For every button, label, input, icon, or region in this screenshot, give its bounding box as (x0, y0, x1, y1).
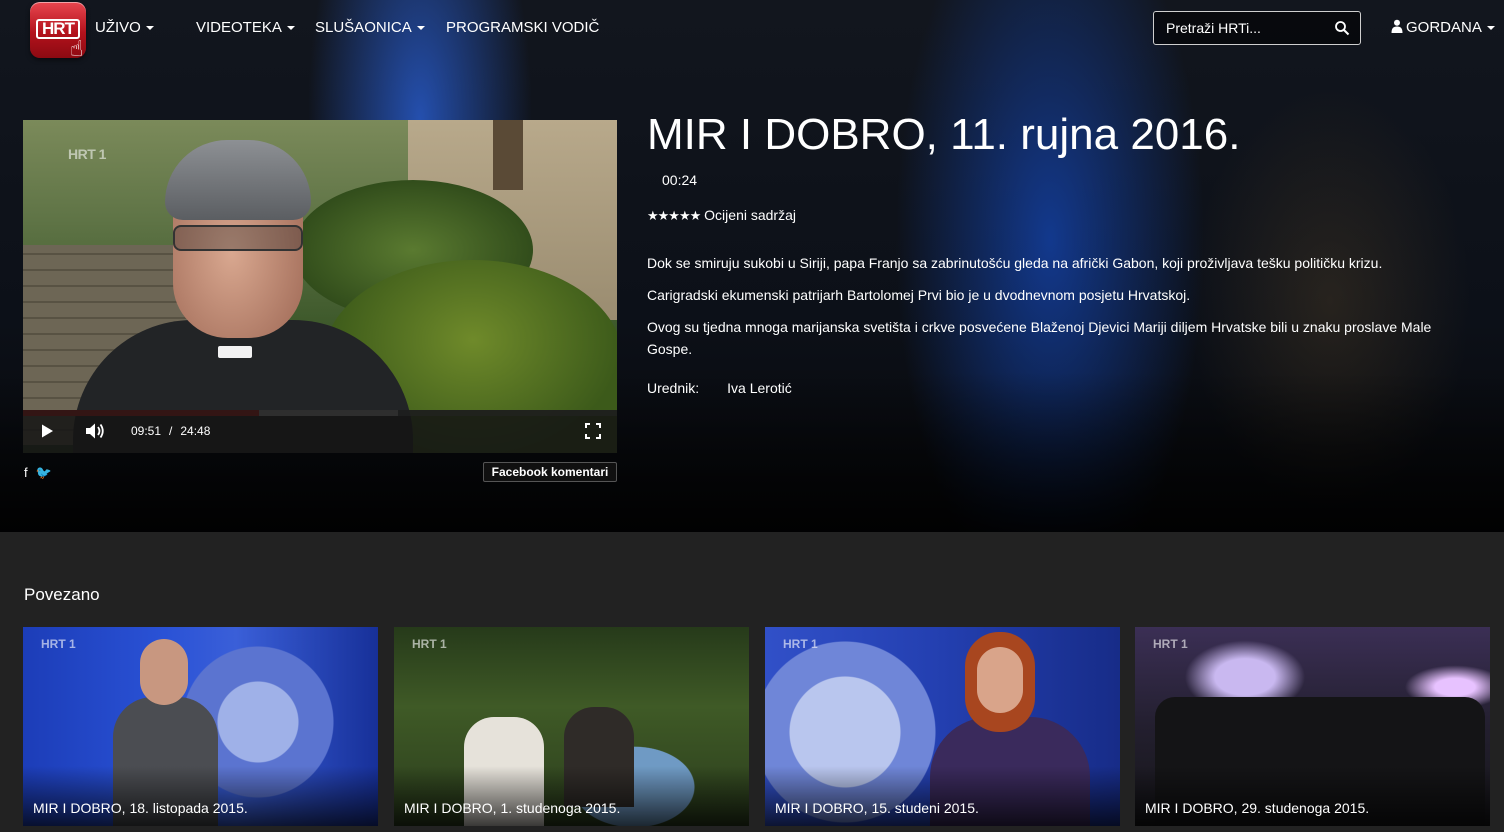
video-frame[interactable]: HRT 1 (23, 120, 617, 453)
related-card[interactable]: HRT 1 MIR I DOBRO, 18. listopada 2015. (23, 627, 378, 826)
card-shade (1135, 766, 1490, 826)
thumb-figure-head (140, 639, 188, 705)
video-scene-glasses (173, 225, 303, 251)
caret-down-icon (416, 26, 425, 31)
caret-down-icon (286, 26, 295, 31)
video-description: Dok se smiruju sukobi u Siriji, papa Fra… (647, 252, 1477, 370)
related-card[interactable]: HRT 1 MIR I DOBRO, 29. studenoga 2015. (1135, 627, 1490, 826)
caret-down-icon (145, 26, 154, 31)
related-card[interactable]: HRT 1 MIR I DOBRO, 15. studeni 2015. (765, 627, 1120, 826)
total-time: 24:48 (180, 424, 211, 438)
time-separator: / (169, 424, 173, 438)
related-card-label: MIR I DOBRO, 15. studeni 2015. (775, 800, 979, 816)
play-icon[interactable] (39, 423, 55, 439)
editor-info: Urednik: Iva Lerotić (647, 380, 792, 396)
player-controls: 09:51 / 24:48 (23, 410, 617, 453)
channel-watermark: HRT 1 (412, 637, 447, 651)
user-menu[interactable]: GORDANA (1391, 19, 1495, 36)
related-card-label: MIR I DOBRO, 29. studenoga 2015. (1145, 800, 1370, 816)
description-paragraph: Ovog su tjedna mnoga marijanska svetišta… (647, 319, 1432, 357)
nav-item-label: UŽIVO (95, 19, 141, 36)
hrti-logo[interactable]: HRT ☝ (30, 2, 86, 61)
search-input[interactable] (1154, 12, 1324, 44)
thumb-figure-head (977, 647, 1023, 713)
video-scene-collar (218, 346, 252, 358)
nav-item-label: PROGRAMSKI VODIČ (446, 19, 600, 36)
card-shade (765, 766, 1120, 826)
channel-watermark: HRT 1 (68, 146, 106, 162)
nav-item-label: VIDEOTEKA (196, 19, 282, 36)
related-card-label: MIR I DOBRO, 1. studenoga 2015. (404, 800, 621, 816)
user-name: GORDANA (1406, 19, 1482, 36)
related-card-label: MIR I DOBRO, 18. listopada 2015. (33, 800, 248, 816)
caret-down-icon (1486, 26, 1495, 31)
description-paragraph: Carigradski ekumenski patrijarh Bartolom… (647, 287, 1191, 303)
current-time: 09:51 (131, 424, 162, 438)
search-box (1153, 11, 1361, 45)
nav-item-uzivo[interactable]: UŽIVO (95, 19, 154, 36)
star-rating-icon[interactable]: ★★★★★ (647, 208, 701, 223)
rate-label: Ocijeni sadržaj (704, 207, 796, 223)
video-scene-door (493, 120, 523, 190)
editor-label: Urednik: (647, 380, 700, 396)
rating-widget[interactable]: ★★★★★ Ocijeni sadržaj (647, 207, 796, 224)
description-paragraph: Dok se smiruju sukobi u Siriji, papa Fra… (647, 255, 1383, 271)
twitter-icon[interactable]: 🐦 (36, 465, 52, 480)
nav-item-slusaonica[interactable]: SLUŠAONICA (315, 19, 425, 36)
video-player[interactable]: HRT 1 09:51 / 24:48 (23, 120, 617, 453)
channel-watermark: HRT 1 (41, 637, 76, 651)
user-icon (1391, 19, 1403, 33)
fullscreen-icon[interactable] (585, 423, 601, 439)
card-shade (23, 766, 378, 826)
related-card[interactable]: HRT 1 MIR I DOBRO, 1. studenoga 2015. (394, 627, 749, 826)
facebook-icon[interactable]: f (24, 465, 28, 480)
card-shade (394, 766, 749, 826)
channel-watermark: HRT 1 (783, 637, 818, 651)
pointer-hand-icon: ☝ (70, 36, 84, 61)
video-duration: 00:24 (662, 172, 698, 188)
volume-icon[interactable] (85, 422, 105, 440)
facebook-comments-button[interactable]: Facebook komentari (483, 462, 617, 482)
nav-item-label: SLUŠAONICA (315, 19, 412, 36)
time-display: 09:51 / 24:48 (131, 424, 210, 438)
nav-item-programski-vodic[interactable]: PROGRAMSKI VODIČ (446, 19, 599, 36)
top-navbar: HRT ☝ UŽIVO VIDEOTEKA SLUŠAONICA PROGRAM… (0, 0, 1504, 61)
video-scene-hair (165, 140, 311, 220)
video-title: MIR I DOBRO, 11. rujna 2016. (647, 110, 1241, 159)
related-section-title: Povezano (24, 585, 100, 604)
nav-item-videoteka[interactable]: VIDEOTEKA (196, 19, 295, 36)
search-icon[interactable] (1334, 20, 1350, 36)
channel-watermark: HRT 1 (1153, 637, 1188, 651)
social-share: f 🐦 (24, 465, 60, 481)
editor-name: Iva Lerotić (727, 380, 792, 396)
